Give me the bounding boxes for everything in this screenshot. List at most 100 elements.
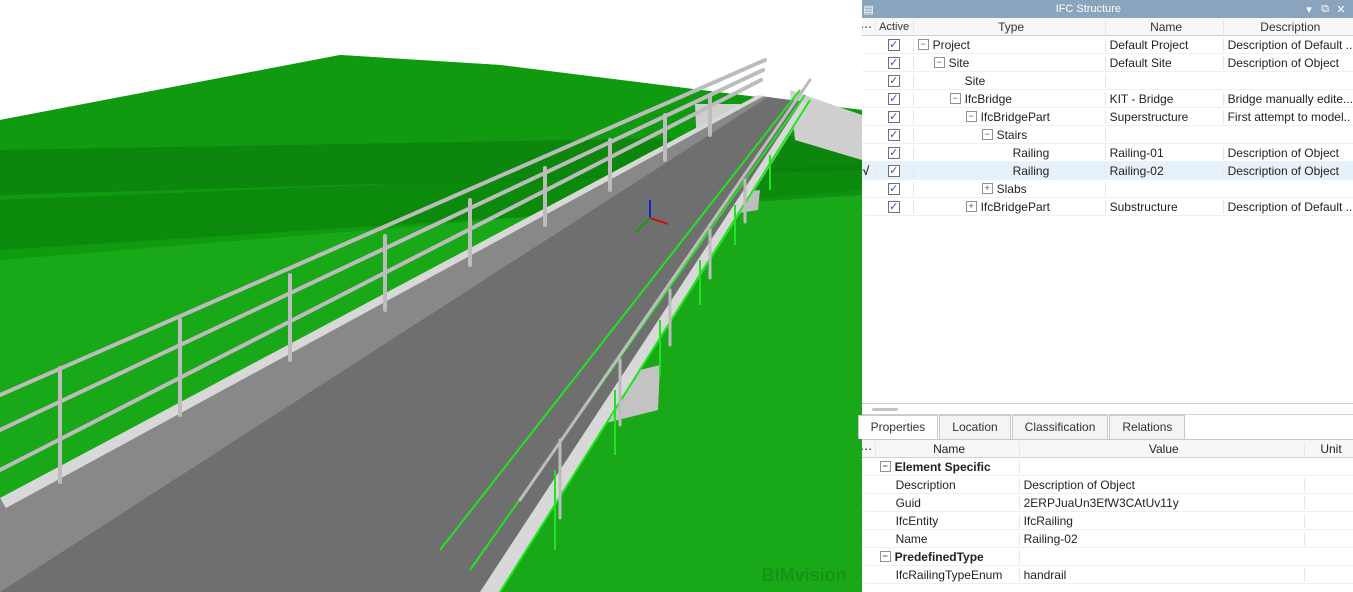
property-row[interactable]: Description Description of Object xyxy=(858,476,1353,494)
structure-tree-header: ⋯ Active Type Name Description xyxy=(858,18,1353,36)
properties-grid[interactable]: ⋯ Name Value Unit −Element SpecificDescr… xyxy=(858,439,1353,592)
structure-panel-header: ▤ IFC Structure ▾ ⧉ ✕ xyxy=(858,0,1353,18)
tree-type-label: IfcBridgePart xyxy=(981,110,1050,124)
tree-name-cell: Default Site xyxy=(1106,56,1224,70)
structure-panel-title: IFC Structure xyxy=(876,3,1301,15)
property-row[interactable]: Guid 2ERPJuaUn3EfW3CAtUv11y xyxy=(858,494,1353,512)
active-checkbox[interactable] xyxy=(888,129,900,141)
tree-row[interactable]: +IfcBridgePartSubstructureDescription of… xyxy=(858,198,1353,216)
dropdown-icon[interactable]: ▾ xyxy=(1301,3,1317,16)
active-checkbox[interactable] xyxy=(888,39,900,51)
property-row[interactable]: Name Railing-02 xyxy=(858,530,1353,548)
tree-name-cell: Default Project xyxy=(1106,38,1224,52)
property-row[interactable]: IfcEntity IfcRailing xyxy=(858,512,1353,530)
collapse-icon[interactable]: − xyxy=(880,551,891,562)
tree-row[interactable]: −Project Default ProjectDescription of De… xyxy=(858,36,1353,54)
expand-icon[interactable]: + xyxy=(982,183,993,194)
property-value: handrail xyxy=(1020,568,1305,582)
active-checkbox[interactable] xyxy=(888,183,900,195)
properties-grid-header: ⋯ Name Value Unit xyxy=(858,440,1353,458)
tree-desc-cell: Description of Object xyxy=(1224,56,1353,70)
col-type[interactable]: Type xyxy=(914,20,1106,34)
property-group[interactable]: −PredefinedType xyxy=(858,548,1353,566)
tab-relations[interactable]: Relations xyxy=(1109,415,1185,439)
tree-leaf-icon xyxy=(998,165,1009,176)
tree-name-cell: KIT - Bridge xyxy=(1106,92,1224,106)
tree-type-label: Slabs xyxy=(997,182,1027,196)
panel-options-icon[interactable]: ▤ xyxy=(862,3,876,16)
tree-desc-cell: Description of Default .. xyxy=(1224,38,1353,52)
tree-desc-cell: Description of Object xyxy=(1224,146,1353,160)
active-checkbox[interactable] xyxy=(888,93,900,105)
col-description[interactable]: Description xyxy=(1224,20,1353,34)
active-checkbox[interactable] xyxy=(888,75,900,87)
pcol-unit[interactable]: Unit xyxy=(1305,442,1353,456)
active-checkbox[interactable] xyxy=(888,165,900,177)
active-checkbox[interactable] xyxy=(888,201,900,213)
properties-panel: PropertiesLocationClassificationRelation… xyxy=(858,414,1353,592)
property-value: Description of Object xyxy=(1020,478,1305,492)
property-name: Name xyxy=(896,532,928,546)
tree-row[interactable]: −Stairs xyxy=(858,126,1353,144)
collapse-icon[interactable]: − xyxy=(950,93,961,104)
tree-type-label: Stairs xyxy=(997,128,1028,142)
tree-leaf-icon xyxy=(950,75,961,86)
tree-icon[interactable]: ⧉ xyxy=(1317,3,1333,16)
tree-desc-cell: Description of Default .. xyxy=(1224,200,1353,214)
tree-row[interactable]: −Site Default SiteDescription of Object xyxy=(858,54,1353,72)
tree-type-label: Railing xyxy=(1013,146,1050,160)
property-value: 2ERPJuaUn3EfW3CAtUv11y xyxy=(1020,496,1305,510)
tree-row[interactable]: Site xyxy=(858,72,1353,90)
expand-icon[interactable]: + xyxy=(966,201,977,212)
tab-location[interactable]: Location xyxy=(939,415,1010,439)
pcol-name[interactable]: Name xyxy=(876,442,1020,456)
tree-row[interactable]: −IfcBridge KIT - BridgeBridge manually ed… xyxy=(858,90,1353,108)
tree-row[interactable]: + Slabs xyxy=(858,180,1353,198)
collapse-icon[interactable]: − xyxy=(966,111,977,122)
structure-tree[interactable]: ⋯ Active Type Name Description −ProjectD… xyxy=(858,18,1353,404)
tab-classification[interactable]: Classification xyxy=(1012,415,1109,439)
tree-type-label: IfcBridgePart xyxy=(981,200,1050,214)
watermark: BIMvision xyxy=(762,565,847,586)
property-name: PredefinedType xyxy=(895,550,984,564)
properties-tabs: PropertiesLocationClassificationRelation… xyxy=(858,415,1353,439)
active-checkbox[interactable] xyxy=(888,57,900,69)
tree-desc-cell: First attempt to model.. xyxy=(1224,110,1353,124)
collapse-icon[interactable]: − xyxy=(880,461,891,472)
tree-name-cell: Railing-02 xyxy=(1106,164,1224,178)
close-icon[interactable]: ✕ xyxy=(1333,3,1349,16)
tree-type-label: Project xyxy=(933,38,970,52)
tree-row[interactable]: √ Railing Railing-02Description of Object xyxy=(858,162,1353,180)
active-checkbox[interactable] xyxy=(888,147,900,159)
tab-properties[interactable]: Properties xyxy=(858,415,939,439)
active-checkbox[interactable] xyxy=(888,111,900,123)
property-name: IfcEntity xyxy=(896,514,939,528)
3d-viewport[interactable]: BIMvision xyxy=(0,0,858,592)
collapse-icon[interactable]: − xyxy=(982,129,993,140)
collapse-icon[interactable]: − xyxy=(918,39,929,50)
tree-row[interactable]: RailingRailing-01Description of Object xyxy=(858,144,1353,162)
pcol-value[interactable]: Value xyxy=(1020,442,1305,456)
collapse-icon[interactable]: − xyxy=(934,57,945,68)
property-value: Railing-02 xyxy=(1020,532,1305,546)
tree-desc-cell: Bridge manually edite... xyxy=(1224,92,1353,106)
col-active[interactable]: Active xyxy=(876,21,914,33)
tree-row[interactable]: −IfcBridgePart SuperstructureFirst attemp… xyxy=(858,108,1353,126)
property-value: IfcRailing xyxy=(1020,514,1305,528)
tree-name-cell: Superstructure xyxy=(1106,110,1224,124)
row-marker-icon: √ xyxy=(863,164,870,178)
col-name[interactable]: Name xyxy=(1106,20,1224,34)
tree-type-label: IfcBridge xyxy=(965,92,1012,106)
tree-leaf-icon xyxy=(998,147,1009,158)
property-name: Element Specific xyxy=(895,460,991,474)
property-row[interactable]: IfcRailingTypeEnum handrail xyxy=(858,566,1353,584)
property-group[interactable]: −Element Specific xyxy=(858,458,1353,476)
property-name: Description xyxy=(896,478,956,492)
tree-type-label: Site xyxy=(949,56,970,70)
tree-desc-cell: Description of Object xyxy=(1224,164,1353,178)
property-name: IfcRailingTypeEnum xyxy=(896,568,1003,582)
tree-type-label: Railing xyxy=(1013,164,1050,178)
splitter[interactable] xyxy=(858,404,1353,414)
tree-type-label: Site xyxy=(965,74,986,88)
property-name: Guid xyxy=(896,496,921,510)
